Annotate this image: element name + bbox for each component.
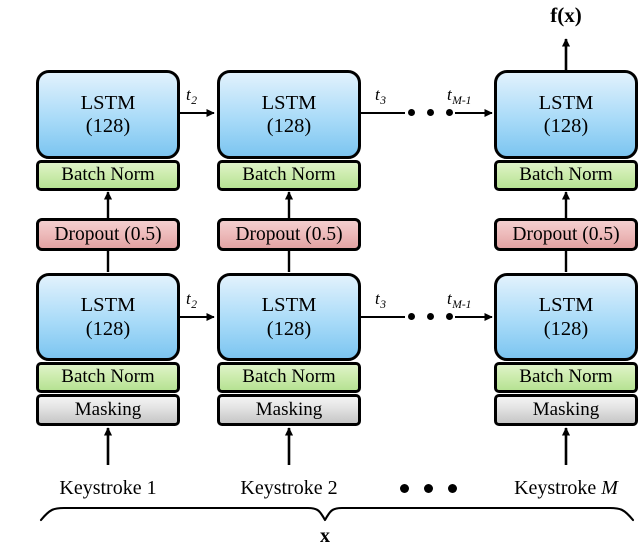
lstm-label: LSTM (538, 91, 594, 114)
masking-label: Masking (532, 398, 600, 420)
ellipsis-dot (427, 313, 434, 320)
ellipsis-dot (448, 484, 457, 493)
batch-norm-label: Batch Norm (519, 164, 613, 186)
batch-norm-block-lower-col3[interactable]: Batch Norm (494, 362, 638, 393)
lstm-units-label: (128) (543, 317, 589, 340)
ellipsis-dot (408, 313, 415, 320)
batch-norm-label: Batch Norm (242, 164, 336, 186)
input-bundle-brace (39, 506, 635, 522)
lstm-label: LSTM (538, 294, 594, 317)
dropout-label: Dropout (0.5) (235, 223, 343, 245)
batch-norm-label: Batch Norm (242, 366, 336, 388)
input-label-col2: Keystroke 2 (240, 477, 338, 499)
masking-label: Masking (74, 398, 142, 420)
ellipsis-dot (408, 109, 415, 116)
batch-norm-label: Batch Norm (61, 366, 155, 388)
state-label-lower-tm1: tM-1 (447, 289, 472, 311)
masking-block-col1[interactable]: Masking (36, 394, 180, 426)
lstm-units-label: (128) (543, 115, 589, 137)
ellipsis-dot (446, 109, 453, 116)
output-label: f(x) (550, 3, 582, 27)
input-bundle-label: x (320, 525, 330, 547)
lstm-units-label: (128) (266, 317, 312, 340)
lstm-label: LSTM (80, 294, 136, 317)
batch-norm-label: Batch Norm (61, 164, 155, 186)
batch-norm-block-lower-col1[interactable]: Batch Norm (36, 362, 180, 393)
lstm-label: LSTM (261, 91, 317, 114)
ellipsis-dot (446, 313, 453, 320)
ellipsis-dot (427, 109, 434, 116)
input-ellipsis (400, 484, 457, 493)
lstm-block-upper-col1[interactable]: LSTM (128) (36, 70, 180, 159)
lstm-units-label: (128) (85, 317, 131, 340)
ellipsis-dot (424, 484, 433, 493)
dropout-label: Dropout (0.5) (512, 223, 620, 245)
batch-norm-block-upper-col1[interactable]: Batch Norm (36, 160, 180, 191)
ellipsis-dot (400, 484, 409, 493)
lstm-units-label: (128) (85, 115, 131, 137)
batch-norm-block-lower-col2[interactable]: Batch Norm (217, 362, 361, 393)
state-label-upper-t3: t3 (375, 85, 386, 107)
state-label-upper-t2: t2 (186, 85, 197, 107)
lstm-block-lower-col3[interactable]: LSTM (128) (494, 273, 638, 361)
batch-norm-block-upper-col2[interactable]: Batch Norm (217, 160, 361, 191)
dropout-block-col1[interactable]: Dropout (0.5) (36, 218, 180, 251)
lower-recurrent-ellipsis (408, 313, 453, 320)
masking-block-col3[interactable]: Masking (494, 394, 638, 426)
state-label-upper-tm1: tM-1 (447, 85, 472, 107)
batch-norm-block-upper-col3[interactable]: Batch Norm (494, 160, 638, 191)
state-label-lower-t3: t3 (375, 289, 386, 311)
input-label-col3: Keystroke M (514, 477, 618, 499)
lstm-label: LSTM (80, 91, 136, 114)
batch-norm-label: Batch Norm (519, 366, 613, 388)
upper-recurrent-ellipsis (408, 109, 453, 116)
dropout-block-col2[interactable]: Dropout (0.5) (217, 218, 361, 251)
lstm-units-label: (128) (266, 115, 312, 137)
masking-label: Masking (255, 398, 323, 420)
lstm-block-upper-col3[interactable]: LSTM (128) (494, 70, 638, 159)
state-label-lower-t2: t2 (186, 289, 197, 311)
lstm-block-lower-col1[interactable]: LSTM (128) (36, 273, 180, 361)
lstm-block-lower-col2[interactable]: LSTM (128) (217, 273, 361, 361)
lstm-block-upper-col2[interactable]: LSTM (128) (217, 70, 361, 159)
figure-canvas: LSTM (128) Batch Norm Dropout (0.5) LSTM… (0, 0, 640, 547)
masking-block-col2[interactable]: Masking (217, 394, 361, 426)
dropout-label: Dropout (0.5) (54, 223, 162, 245)
dropout-block-col3[interactable]: Dropout (0.5) (494, 218, 638, 251)
lstm-label: LSTM (261, 294, 317, 317)
input-label-col1: Keystroke 1 (59, 477, 157, 499)
